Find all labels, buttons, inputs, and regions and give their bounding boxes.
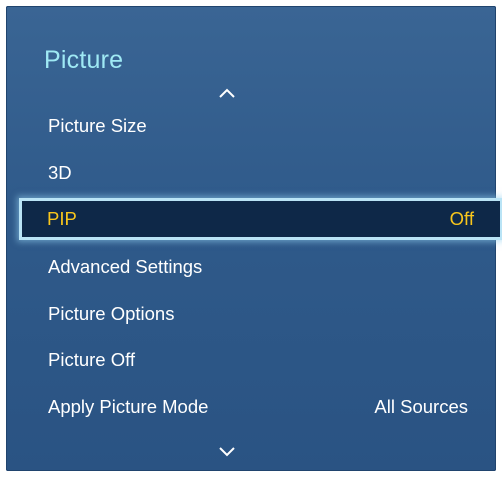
menu-item-value: Off bbox=[449, 208, 474, 229]
menu-item-label: Picture Options bbox=[48, 303, 175, 324]
menu-item-label: PIP bbox=[47, 208, 77, 229]
menu-item-picture-size[interactable]: Picture Size bbox=[20, 107, 498, 145]
menu-item-label: 3D bbox=[48, 162, 72, 183]
menu-item-label: Advanced Settings bbox=[48, 256, 203, 277]
menu-title: Picture bbox=[44, 46, 124, 74]
chevron-up-icon[interactable] bbox=[217, 86, 237, 100]
chevron-down-icon[interactable] bbox=[217, 444, 237, 458]
menu-item-apply-picture-mode[interactable]: Apply Picture Mode All Sources bbox=[20, 388, 498, 426]
menu-item-label: Picture Size bbox=[48, 115, 147, 136]
menu-item-value: All Sources bbox=[374, 396, 468, 417]
menu-item-pip[interactable]: PIP Off bbox=[19, 198, 502, 240]
menu-item-label: Apply Picture Mode bbox=[48, 396, 209, 417]
menu-item-label: Picture Off bbox=[48, 349, 136, 370]
picture-menu-panel: Picture Picture Size 3D PIP Off Advanced… bbox=[6, 6, 502, 471]
menu-item-advanced-settings[interactable]: Advanced Settings bbox=[20, 248, 498, 286]
menu-item-picture-options[interactable]: Picture Options bbox=[20, 295, 498, 333]
menu-item-3d[interactable]: 3D bbox=[20, 154, 498, 192]
menu-item-picture-off[interactable]: Picture Off bbox=[20, 341, 498, 379]
